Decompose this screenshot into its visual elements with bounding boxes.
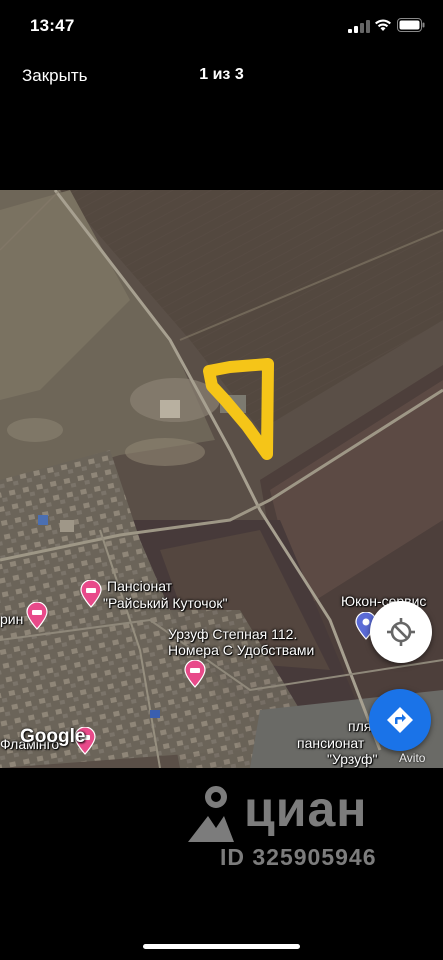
signal-icon	[348, 20, 370, 33]
google-logo: Google	[20, 726, 86, 747]
directions-icon	[387, 707, 413, 733]
listing-id: ID 325905946	[220, 844, 377, 870]
photo-counter: 1 из 3	[199, 66, 244, 83]
battery-icon	[397, 18, 425, 32]
satellite-terrain	[0, 190, 443, 768]
poi-label: "Урзуф"	[327, 751, 378, 767]
location-target-icon	[387, 618, 415, 646]
wifi-icon	[375, 19, 391, 31]
cian-logo-icon	[188, 786, 234, 842]
poi-label: пансионат	[297, 735, 365, 751]
cian-watermark: циан ID 325905946	[186, 780, 406, 876]
poi-label: "Райський Куточок"	[103, 595, 228, 611]
hotel-pin-icon[interactable]	[80, 580, 102, 608]
poi-label: Пансіонат	[107, 578, 173, 594]
hotel-pin-icon[interactable]	[184, 660, 206, 688]
poi-label: рин	[0, 611, 24, 627]
cian-brand: циан	[244, 781, 368, 837]
poi-label: Урзуф Степная 112.	[168, 626, 298, 642]
directions-button[interactable]	[369, 689, 431, 751]
poi-label: Номера С Удобствами	[168, 642, 315, 658]
home-indicator[interactable]	[143, 944, 300, 949]
satellite-map-image[interactable]: Пансіонат "Райський Куточок" Юкон-сервис…	[0, 190, 443, 768]
poi-label: пля	[348, 718, 372, 734]
hotel-pin-icon[interactable]	[26, 602, 48, 630]
status-bar: 13:47	[0, 0, 443, 52]
viewer-header: Закрыть 1 из 3	[0, 52, 443, 98]
avito-attribution: Avito	[399, 751, 426, 765]
status-time: 13:47	[30, 16, 75, 35]
recenter-button[interactable]	[370, 601, 432, 663]
